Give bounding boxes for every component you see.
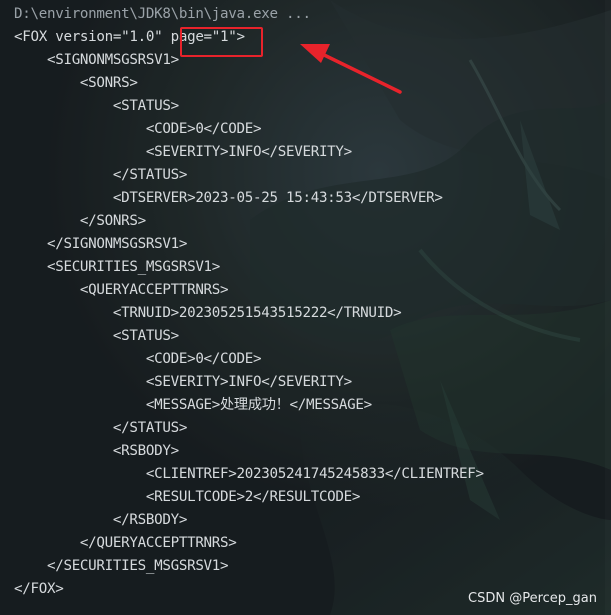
watermark: CSDN @Percep_gan — [468, 591, 597, 606]
annotation-arrow-icon — [300, 44, 402, 94]
